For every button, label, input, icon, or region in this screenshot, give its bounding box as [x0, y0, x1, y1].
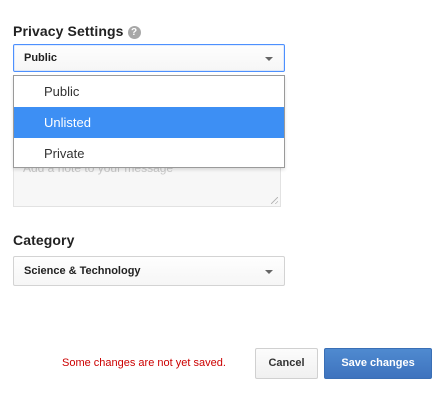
privacy-dropdown-menu: Public Unlisted Private [13, 75, 285, 168]
privacy-option-private[interactable]: Private [14, 138, 284, 169]
privacy-settings-label: Privacy Settings [13, 23, 124, 39]
privacy-selected-value: Public [24, 52, 58, 64]
chevron-down-icon [265, 270, 273, 274]
help-icon[interactable]: ? [127, 26, 141, 39]
save-changes-button[interactable]: Save changes [324, 348, 432, 379]
resize-grip-icon[interactable] [271, 197, 278, 204]
privacy-settings-title: Privacy Settings? [13, 23, 141, 39]
cancel-button[interactable]: Cancel [255, 348, 318, 379]
privacy-select[interactable]: Public [13, 44, 285, 72]
unsaved-changes-notice: Some changes are not yet saved. [62, 357, 226, 369]
category-title: Category [13, 232, 75, 248]
privacy-option-unlisted[interactable]: Unlisted [14, 107, 284, 138]
category-selected-value: Science & Technology [24, 265, 141, 277]
chevron-down-icon [265, 57, 273, 61]
privacy-option-public[interactable]: Public [14, 76, 284, 107]
category-select[interactable]: Science & Technology [13, 256, 285, 286]
